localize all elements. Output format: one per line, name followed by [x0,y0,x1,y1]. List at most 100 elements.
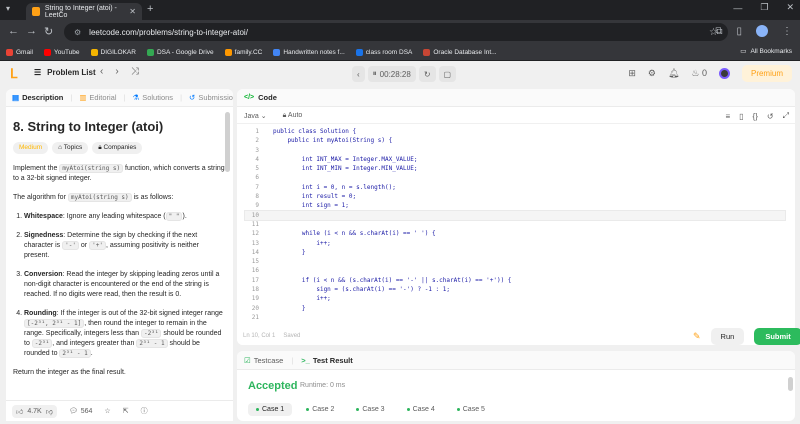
site-info-icon[interactable]: ⚙ [74,28,81,37]
line-number: 9 [255,202,259,210]
case-tab-5[interactable]: Case 5 [449,403,493,416]
minimize-icon[interactable]: — [733,3,742,13]
run-button[interactable]: Run [710,328,745,345]
text: Implement the [13,165,60,172]
inline-code: 2³¹ - 1 [59,349,91,358]
result-scrollbar[interactable] [788,377,793,391]
fullscreen-icon[interactable]: ⤢ [783,111,789,121]
bookmark-item[interactable]: DIGILOKAR [90,48,136,56]
step-signedness: Signedness: Determine the sign by checki… [24,231,225,261]
braces-icon[interactable]: {} [753,112,758,121]
menu-icon[interactable]: ⋮ [782,26,792,37]
help-icon[interactable]: ⓘ [141,406,148,416]
difficulty-badge: Medium [13,142,49,154]
prev-problem-icon[interactable]: ‹ [100,66,103,77]
bookmark-item[interactable]: family.CC [224,48,262,56]
case-tab-3[interactable]: Case 3 [348,403,392,416]
result-tabs: ☑ Testcase | >_ Test Result [237,351,795,370]
submit-button[interactable]: Submit [754,328,800,345]
line-number: 12 [251,230,259,238]
browser-tab[interactable]: String to Integer (atoi) - LeetCo ✕ [26,3,142,20]
bookmark-item[interactable]: Oracle Database Int... [423,48,497,56]
topics-badge[interactable]: ⌂ Topics [52,142,89,154]
tab-test-result-label: Test Result [312,355,353,365]
auto-mode[interactable]: 🔒︎ Auto [283,112,303,120]
case-tab-4[interactable]: Case 4 [399,403,443,416]
tab-solutions[interactable]: ⚗ Solutions [132,93,173,102]
inline-code: 2³¹ - 1 [136,339,168,348]
case-tab-2[interactable]: Case 2 [298,403,342,416]
code-line: 2 public int myAtoi(String s) { [245,136,785,145]
premium-button[interactable]: Premium [741,65,792,82]
sidebar-icon[interactable]: ▯ [736,26,742,37]
tab-testcase[interactable]: ☑ Testcase [244,356,283,365]
tab-list-icon[interactable]: ▾ [6,4,20,16]
like-button[interactable]: 👍︎ 4.7K 👎︎ [12,404,57,418]
problem-list-button[interactable]: ☰ Problem List [34,68,96,77]
line-number: 7 [255,183,259,191]
reset-code-icon[interactable]: ↺ [767,112,774,121]
tab-test-result[interactable]: >_ Test Result [301,356,352,365]
layout-icon[interactable]: ⊞ [628,68,636,79]
settings-icon[interactable]: ⚙ [648,68,656,79]
note-icon[interactable]: ✎ [693,331,701,342]
line-number: 18 [251,286,259,294]
code-line: 8 int result = 0; [245,192,785,201]
bookmark-item[interactable]: Handwritten notes f... [273,48,345,56]
inline-code: [-2³¹, 2³¹ - 1] [24,319,85,328]
algorithm-steps: Whitespace: Ignore any leading whitespac… [13,212,225,359]
bookmark-icon[interactable]: ▯ [739,112,743,121]
shuffle-icon[interactable]: ⤨ [131,66,139,77]
bookmark-item[interactable]: YouTube [43,48,80,56]
tag-icon: ⌂ [58,144,63,151]
all-bookmarks[interactable]: ▭ All Bookmarks [740,47,792,56]
code-line: 1 public class Solution { [245,127,785,136]
leetcode-logo-icon[interactable]: ᒪ [10,67,22,81]
description-scrollbar[interactable] [225,112,230,172]
reload-icon[interactable]: ↻ [44,25,53,38]
maximize-icon[interactable]: ❐ [760,2,768,13]
streak[interactable]: ♨ 0 [691,68,707,79]
editorial-icon: ▥ [79,93,87,102]
bookmark-item[interactable]: Gmail [6,48,33,56]
close-tab-icon[interactable]: ✕ [129,7,136,16]
forward-icon[interactable]: → [26,25,37,37]
code-text: int i = 0, n = s.length(); [273,183,396,191]
companies-badge[interactable]: 🔒︎ Companies [92,142,143,154]
tab-editorial[interactable]: ▥ Editorial [79,93,116,102]
thumbs-down-icon[interactable]: 👎︎ [46,407,53,416]
timer[interactable]: ⏸ 00:28:28 [367,66,416,82]
format-icon[interactable]: ≡ [725,112,730,121]
inline-code: '+' [89,241,106,250]
tab-description[interactable]: ▤ Description [12,93,63,102]
code-line: 12 while (i < n && s.charAt(i) == ' ') { [245,229,785,238]
code-line: 5 int INT_MIN = Integer.MIN_VALUE; [245,164,785,173]
tab-description-label: Description [22,93,64,102]
notes-icon[interactable]: ▢ [438,66,457,82]
comments-button[interactable]: 💬︎ 564 [69,407,93,416]
share-icon[interactable]: ⇱ [123,407,129,415]
notifications-icon[interactable]: 🔔︎ [668,68,679,79]
next-problem-icon[interactable]: › [115,66,118,77]
tab-submissions[interactable]: ↺Submissions [189,93,233,102]
case-tab-1[interactable]: Case 1 [248,403,293,416]
bookmark-item[interactable]: DSA - Google Drive [146,48,214,56]
code-area[interactable]: 1 public class Solution {2 public int myA… [244,127,786,322]
favorite-star-icon[interactable]: ☆ [104,407,110,415]
user-avatar[interactable] [718,68,730,79]
profile-avatar[interactable] [756,25,768,37]
close-window-icon[interactable]: ✕ [786,2,794,13]
line-number: 21 [251,313,259,321]
code-line: 19 i++; [245,294,785,303]
reset-timer-icon[interactable]: ↻ [418,66,436,82]
new-tab-icon[interactable]: + [147,3,153,15]
bookmark-item[interactable]: class room DSA [355,48,412,56]
language-select[interactable]: Java ⌄ [244,112,267,120]
timer-prev-icon[interactable]: ‹ [352,66,365,82]
back-icon[interactable]: ← [8,25,19,37]
code-line: 17 if (i < n && (s.charAt(i) == '-' || s… [245,276,785,285]
extensions-icon[interactable]: ⧉ [715,26,722,37]
description-panel: ▤ Description | ▥ Editorial | ⚗ Solutions |… [6,89,233,421]
bookmark-favicon-icon [90,48,98,56]
address-bar[interactable]: ⚙ leetcode.com/problems/string-to-intege… [64,23,728,41]
